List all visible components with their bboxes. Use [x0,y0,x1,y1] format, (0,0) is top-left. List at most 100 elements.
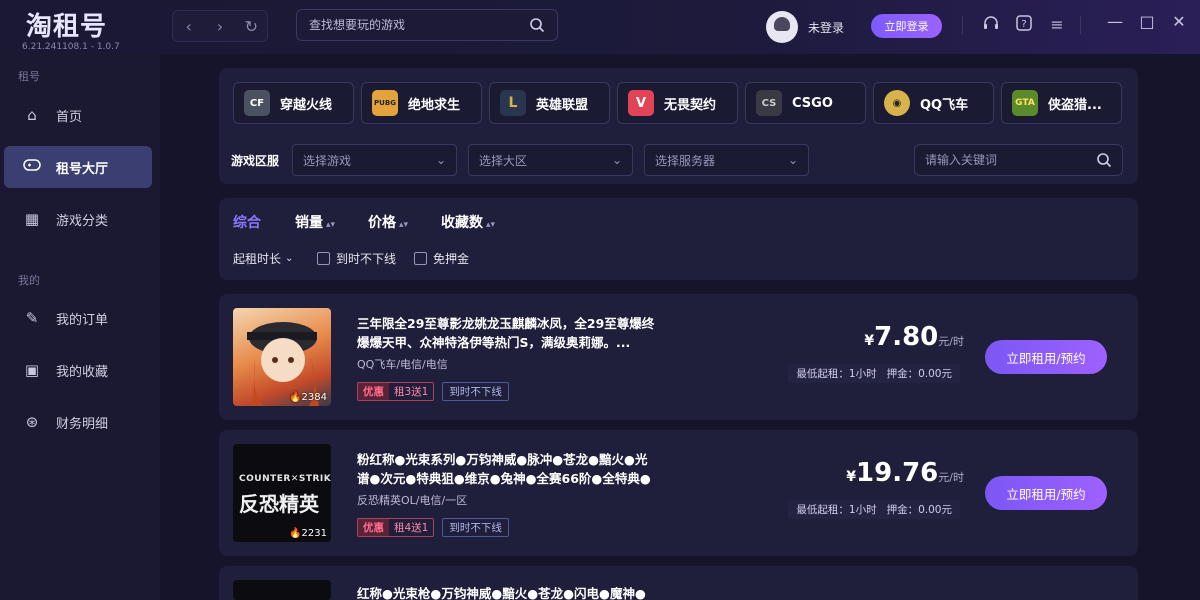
listing-title[interactable]: 三年限全29至尊影龙姚龙玉麒麟冰凤，全29至尊爆终爆爆天甲、众神特洛伊等热门S，… [357,314,657,352]
sort-arrows-icon: ▴▾ [486,220,496,230]
user-name[interactable]: 未登录 [808,19,844,36]
no-deposit-checkbox[interactable]: 免押金 [414,250,469,267]
divider [1080,16,1081,34]
maximize-icon[interactable]: □ [1136,12,1158,31]
min-rent: 最低起租：1小时 [796,368,877,380]
listing-card[interactable]: 🔥2384 三年限全29至尊影龙姚龙玉麒麟冰凤，全29至尊爆终爆爆天甲、众神特洛… [219,294,1138,420]
select-server[interactable]: 选择服务器 ⌄ [644,144,809,176]
game-tab-label: 侠盗猎... [1048,97,1102,113]
price-value: 19.76 [856,458,939,488]
checkbox-box[interactable] [317,252,330,265]
game-tab-cf[interactable]: CF 穿越火线 [233,82,354,124]
price: ¥7.80元/时 [864,322,964,352]
game-tab-label: QQ飞车 [920,97,969,113]
home-icon: ⌂ [27,106,37,124]
sidebar-item-categories[interactable]: ▦ 游戏分类 [4,198,152,240]
sort-arrows-icon: ▴▾ [399,220,409,230]
sidebar-item-label: 财务明细 [56,416,109,432]
top-bar: 淘租号 6.21.241108.1 - 1.0.7 ‹ › ↻ 未登录 立即登录… [0,0,1200,54]
top-search-input[interactable] [309,18,529,32]
game-tab-label: 无畏契约 [664,97,717,113]
csgo-icon: CS [756,90,782,116]
nav-buttons: ‹ › ↻ [172,10,268,42]
game-tab-label: CSGO [792,95,833,111]
rent-button[interactable]: 立即租用/预约 [985,476,1107,510]
menu-icon[interactable]: ≡ [1046,14,1068,36]
headset-icon[interactable] [980,14,1002,36]
select-game[interactable]: 选择游戏 ⌄ [292,144,457,176]
view-count: 🔥2384 [289,392,327,403]
main-content: CF 穿越火线 PUBG 绝地求生 L 英雄联盟 V 无畏契约 CS CSGO … [160,54,1200,600]
game-tab-lol[interactable]: L 英雄联盟 [489,82,610,124]
crossfire-icon: CF [244,90,270,116]
login-button[interactable]: 立即登录 [871,14,942,38]
listing-thumbnail[interactable]: 🔥2384 [233,308,331,406]
help-icon[interactable]: ? [1013,14,1035,36]
sort-comprehensive[interactable]: 综合 [233,212,261,232]
select-region[interactable]: 选择大区 ⌄ [468,144,633,176]
listing-card[interactable]: 红称●光束枪●万钧神威●黯火●苍龙●闪电●魔神●次 [219,566,1138,600]
no-deposit-label: 免押金 [433,252,470,266]
game-tab-qqspeed[interactable]: ◉ QQ飞车 [873,82,994,124]
refresh-icon[interactable]: ↻ [237,17,265,36]
chevron-down-icon: ⌄ [611,153,622,167]
game-tab-pubg[interactable]: PUBG 绝地求生 [361,82,482,124]
sort-sales[interactable]: 销量 ▴▾ [295,212,335,232]
no-offline-checkbox[interactable]: 到时不下线 [317,250,396,267]
zone-label: 游戏区服 [231,154,280,168]
sidebar-item-label: 游戏分类 [56,213,109,229]
price: ¥19.76元/时 [846,458,964,488]
promo-tag: 优惠 租3送1 [357,382,435,401]
select-region-text: 选择大区 [479,153,528,168]
sort-label: 价格 [368,215,396,231]
hot-tag: 优惠 [358,519,389,536]
duration-dropdown[interactable]: 起租时长 ⌄ [233,250,293,267]
sidebar-item-rental-hall[interactable]: 租号大厅 [4,146,152,188]
promo-tag-text: 租4送1 [394,522,429,534]
game-tab-valorant[interactable]: V 无畏契约 [617,82,738,124]
search-icon[interactable] [1096,152,1112,168]
sort-label: 收藏数 [441,215,483,231]
listing-title[interactable]: 红称●光束枪●万钧神威●黯火●苍龙●闪电●魔神●次 [357,584,657,600]
listing-thumbnail[interactable]: COUNTER✕STRIKE 反恐精英 🔥2231 [233,444,331,542]
listing-title[interactable]: 粉红称●光束系列●万钧神威●脉冲●苍龙●黯火●光谱●次元●特典狙●维京●兔神●全… [357,450,657,488]
listing-subtitle: 反恐精英OL/电信/一区 [357,494,468,507]
select-game-text: 选择游戏 [303,153,352,168]
wrench-icon: ✎ [25,309,39,327]
sidebar-item-label: 首页 [56,109,83,125]
deposit: 押金：0.00元 [886,368,952,380]
search-icon[interactable] [529,17,545,33]
game-tab-csgo[interactable]: CS CSGO [745,82,866,124]
rent-info: 最低起租：1小时 押金：0.00元 [788,500,960,519]
sort-panel: 综合 销量 ▴▾ 价格 ▴▾ 收藏数 ▴▾ 起租时长 ⌄ 到时不下线 免押金 [219,198,1138,280]
chevron-down-icon: ⌄ [435,153,446,167]
view-count: 🔥2231 [289,528,327,539]
close-icon[interactable]: ✕ [1168,12,1190,31]
sidebar-item-orders[interactable]: ✎ 我的订单 [4,297,152,339]
section-mine: 我的 [18,274,40,287]
game-tab-gta[interactable]: GTA 侠盗猎... [1001,82,1122,124]
sort-price[interactable]: 价格 ▴▾ [368,212,408,232]
avatar[interactable] [766,11,798,43]
back-icon[interactable]: ‹ [175,17,203,36]
sidebar-item-home[interactable]: ⌂ 首页 [4,94,152,136]
minimize-icon[interactable]: — [1104,12,1126,31]
no-offline-label: 到时不下线 [336,252,397,266]
sidebar-item-favorites[interactable]: ▣ 我的收藏 [4,349,152,391]
section-rent: 租号 [18,70,40,83]
no-offline-tag: 到时不下线 [442,382,509,401]
sort-label: 销量 [295,215,323,231]
keyword-search-box [914,144,1123,176]
listing-thumbnail[interactable] [233,580,331,600]
gamepad-icon [22,158,42,176]
select-server-text: 选择服务器 [655,153,716,168]
currency: ¥ [846,469,857,485]
keyword-input[interactable] [925,153,1096,167]
rent-button[interactable]: 立即租用/预约 [985,340,1107,374]
sidebar-item-finance[interactable]: ⊛ 财务明细 [4,401,152,443]
promo-tag: 优惠 租4送1 [357,518,435,537]
sort-favorites[interactable]: 收藏数 ▴▾ [441,212,495,232]
listing-card[interactable]: COUNTER✕STRIKE 反恐精英 🔥2231 粉红称●光束系列●万钧神威●… [219,430,1138,556]
forward-icon[interactable]: › [206,17,234,36]
checkbox-box[interactable] [414,252,427,265]
